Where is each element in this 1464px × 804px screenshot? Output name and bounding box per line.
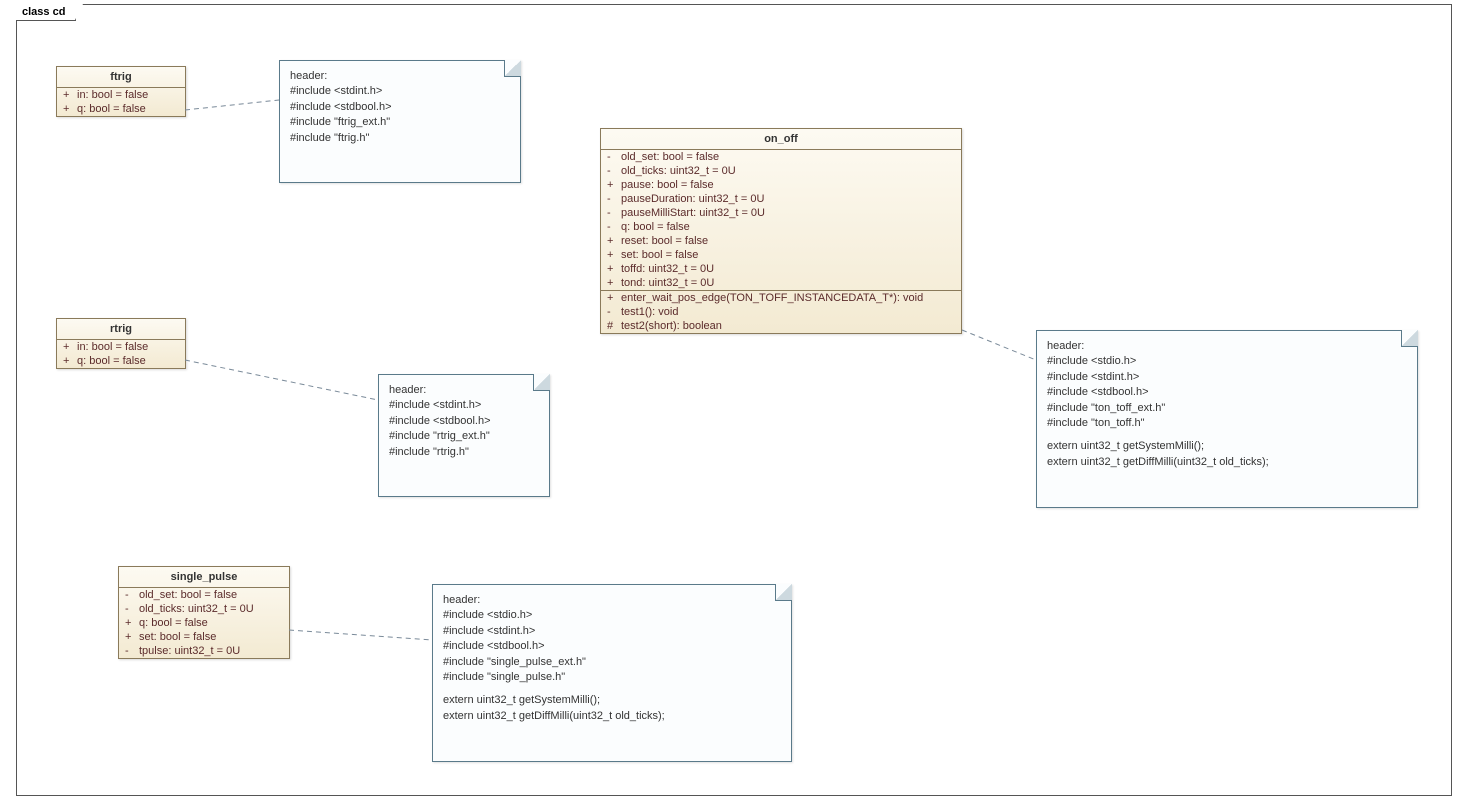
attr-row: +set: bool = false — [119, 630, 289, 644]
op-row: -test1(): void — [601, 305, 961, 319]
attr-row: -pauseMilliStart: uint32_t = 0U — [601, 206, 961, 220]
op-row: #test2(short): boolean — [601, 319, 961, 333]
class-on-off: on_off -old_set: bool = false -old_ticks… — [600, 128, 962, 334]
op-row: +enter_wait_pos_edge(TON_TOFF_INSTANCEDA… — [601, 291, 961, 305]
attr-row: +q: bool = false — [119, 616, 289, 630]
class-single-pulse: single_pulse -old_set: bool = false -old… — [118, 566, 290, 659]
class-ftrig: ftrig +in: bool = false +q: bool = false — [56, 66, 186, 117]
attr-row: -tpulse: uint32_t = 0U — [119, 644, 289, 658]
class-title: rtrig — [57, 319, 185, 340]
class-attrs: -old_set: bool = false -old_ticks: uint3… — [119, 588, 289, 658]
class-ops: +enter_wait_pos_edge(TON_TOFF_INSTANCEDA… — [601, 291, 961, 333]
attr-row: +q: bool = false — [57, 354, 185, 368]
note-rtrig: header: #include <stdint.h> #include <st… — [378, 374, 550, 497]
class-title: on_off — [601, 129, 961, 150]
class-title: ftrig — [57, 67, 185, 88]
attr-row: -old_set: bool = false — [119, 588, 289, 602]
attr-row: -pauseDuration: uint32_t = 0U — [601, 192, 961, 206]
note-single-pulse: header: #include <stdio.h> #include <std… — [432, 584, 792, 762]
attr-row: -old_set: bool = false — [601, 150, 961, 164]
attr-row: +reset: bool = false — [601, 234, 961, 248]
attr-row: +set: bool = false — [601, 248, 961, 262]
attr-row: -old_ticks: uint32_t = 0U — [119, 602, 289, 616]
note-fold-icon — [533, 374, 550, 391]
note-ftrig: header: #include <stdint.h> #include <st… — [279, 60, 521, 183]
attr-row: +pause: bool = false — [601, 178, 961, 192]
class-title: single_pulse — [119, 567, 289, 588]
note-fold-icon — [775, 584, 792, 601]
attr-row: +tond: uint32_t = 0U — [601, 276, 961, 290]
note-fold-icon — [504, 60, 521, 77]
note-on-off: header: #include <stdio.h> #include <std… — [1036, 330, 1418, 508]
attr-row: -q: bool = false — [601, 220, 961, 234]
attr-row: +in: bool = false — [57, 340, 185, 354]
attr-row: +toffd: uint32_t = 0U — [601, 262, 961, 276]
attr-row: -old_ticks: uint32_t = 0U — [601, 164, 961, 178]
frame-label: class cd — [16, 4, 76, 21]
class-attrs: -old_set: bool = false -old_ticks: uint3… — [601, 150, 961, 291]
class-rtrig: rtrig +in: bool = false +q: bool = false — [56, 318, 186, 369]
attr-row: +q: bool = false — [57, 102, 185, 116]
attr-row: +in: bool = false — [57, 88, 185, 102]
class-attrs: +in: bool = false +q: bool = false — [57, 88, 185, 116]
class-attrs: +in: bool = false +q: bool = false — [57, 340, 185, 368]
note-fold-icon — [1401, 330, 1418, 347]
